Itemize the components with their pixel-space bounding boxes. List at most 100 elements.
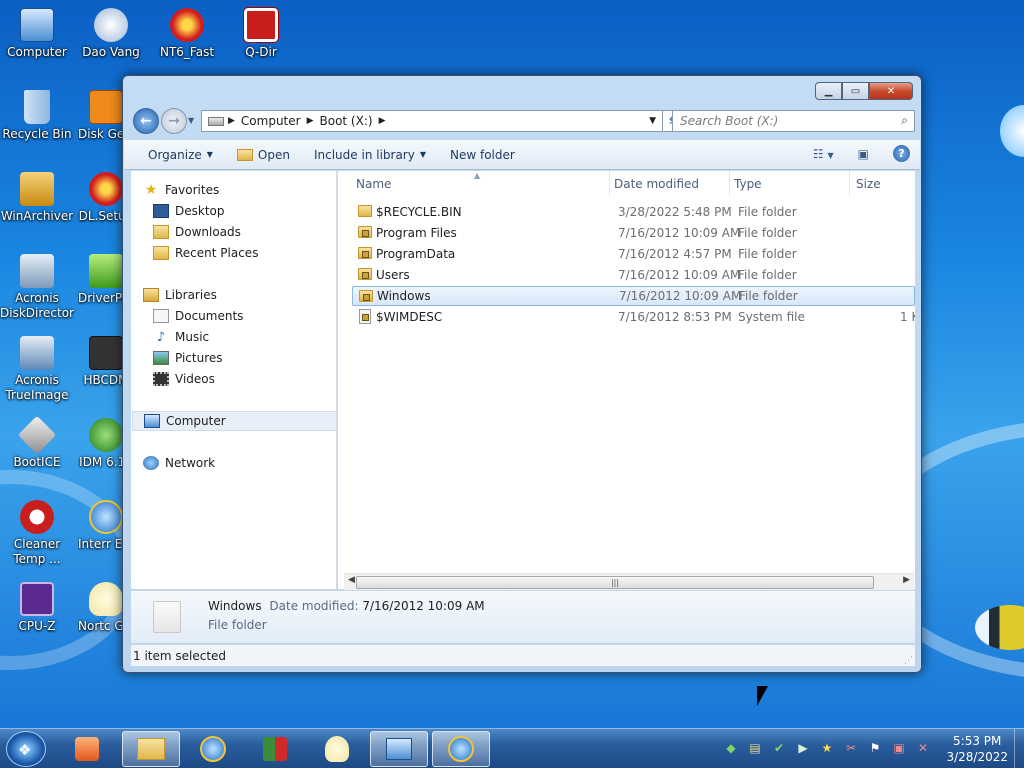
view-controls: ☷ ▼ ▣ ? <box>813 145 910 162</box>
desktop-icon-acronis-dd[interactable]: Acronis DiskDirector <box>0 254 74 321</box>
column-header-type[interactable]: Type <box>730 171 850 196</box>
breadcrumb-computer[interactable]: Computer <box>235 114 307 128</box>
desktop-icon-acronis-ti[interactable]: Acronis TrueImage <box>0 336 74 403</box>
close-button[interactable]: ✕ <box>869 82 913 100</box>
nav-videos[interactable]: Videos <box>153 369 358 389</box>
desktop-icon-ccleaner[interactable]: Cleaner Temp ... <box>0 500 74 567</box>
mouse-cursor <box>757 686 768 706</box>
file-name: Users <box>376 268 410 282</box>
taskbar-ie-window[interactable] <box>432 731 490 767</box>
scroll-left-icon[interactable]: ◀ <box>348 575 355 585</box>
tray-monitor-icon[interactable]: ▣ <box>891 740 907 756</box>
address-bar[interactable]: ▶ Computer ▶ Boot (X:) ▶ ▼ <box>201 110 663 132</box>
wallpaper-globe <box>1000 105 1024 157</box>
nav-network[interactable]: Network <box>143 453 348 473</box>
nav-recent-places[interactable]: Recent Places <box>153 243 358 263</box>
lock-icon <box>363 294 370 301</box>
file-row[interactable]: Program Files 7/16/2012 10:09 AM File fold… <box>352 223 915 243</box>
tray-play-icon[interactable]: ▶ <box>795 740 811 756</box>
nav-pictures[interactable]: Pictures <box>153 348 358 368</box>
tray-star-icon[interactable]: ★ <box>819 740 835 756</box>
desktop-icon-label: NT6_Fast <box>159 45 215 59</box>
bootice-icon <box>17 415 57 455</box>
libraries-icon <box>143 288 159 302</box>
acronis-dd-icon <box>20 254 54 288</box>
nav-music[interactable]: ♪ Music <box>153 327 358 347</box>
scrollbar-thumb[interactable]: ||| <box>356 576 874 589</box>
file-name: $RECYCLE.BIN <box>376 205 462 219</box>
column-header-name[interactable]: Name ▲ <box>352 171 610 196</box>
desktop-icon <box>153 204 169 218</box>
desktop-icon-winarchiver[interactable]: WinArchiver <box>0 172 74 224</box>
resize-grip-icon[interactable]: ⋰ <box>904 656 913 666</box>
recent-pages-dropdown[interactable]: ▼ <box>188 116 194 125</box>
preview-pane-button[interactable]: ▣ <box>858 147 869 161</box>
tray-network-icon[interactable]: ◆ <box>723 740 739 756</box>
file-name: Windows <box>377 289 431 303</box>
nav-documents[interactable]: Documents <box>153 306 358 326</box>
music-icon: ♪ <box>156 329 166 345</box>
desktop-icon-label: Acronis DiskDirector <box>0 291 74 320</box>
nav-favorites[interactable]: ★ Favorites <box>143 180 348 200</box>
details-type: File folder <box>208 618 267 632</box>
tray-drive-icon[interactable]: ▤ <box>747 740 763 756</box>
tray-volume-muted-icon[interactable]: ✕ <box>915 740 931 756</box>
idm-icon <box>89 418 123 452</box>
clock[interactable]: 5:53 PM 3/28/2022 <box>946 733 1008 765</box>
tray-security-icon[interactable]: ✔ <box>771 740 787 756</box>
open-button[interactable]: Open <box>225 148 302 162</box>
tray-flag-icon[interactable]: ⚑ <box>867 740 883 756</box>
tray-tool-icon[interactable]: ✂ <box>843 740 859 756</box>
search-icon[interactable]: ⌕ <box>901 113 908 128</box>
search-box[interactable]: Search Boot (X:) ⌕ <box>672 110 915 132</box>
start-button[interactable]: ❖ <box>6 731 46 767</box>
file-row[interactable]: ProgramData 7/16/2012 4:57 PM File folder <box>352 244 915 264</box>
view-options-button[interactable]: ☷ ▼ <box>813 147 834 161</box>
drive-icon <box>208 116 224 126</box>
desktop-icon-daovang[interactable]: Dao Vang <box>74 8 148 60</box>
taskbar-explorer[interactable] <box>122 731 180 767</box>
nav-libraries[interactable]: Libraries <box>143 285 348 305</box>
recent-places-icon <box>153 246 169 260</box>
open-label: Open <box>257 147 290 162</box>
computer-icon <box>144 414 160 428</box>
desktop-icon-computer[interactable]: Computer <box>0 8 74 60</box>
organize-button[interactable]: Organize ▼ <box>124 148 225 162</box>
column-header-size[interactable]: Size <box>850 171 915 196</box>
desktop-icon-bootice[interactable]: BootICE <box>0 415 74 470</box>
nav-desktop[interactable]: Desktop <box>153 201 358 221</box>
file-type: File folder <box>739 289 798 303</box>
taskbar-computer[interactable] <box>370 731 428 767</box>
new-folder-button[interactable]: New folder <box>438 148 527 162</box>
nav-downloads[interactable]: Downloads <box>153 222 358 242</box>
file-name: $WIMDESC <box>376 310 443 324</box>
file-row[interactable]: Users 7/16/2012 10:09 AM File folder <box>352 265 915 285</box>
file-row[interactable]: $RECYCLE.BIN 3/28/2022 5:48 PM File folder <box>352 202 915 222</box>
desktop-icon-qdir[interactable]: Q-Dir <box>224 7 298 60</box>
taskbar-unikey[interactable] <box>246 731 304 767</box>
desktop-icon-nt6fast[interactable]: NT6_Fast <box>150 8 224 60</box>
back-button[interactable]: ← <box>133 108 159 134</box>
nav-computer[interactable]: Computer <box>132 411 337 431</box>
taskbar-media-player[interactable] <box>58 731 116 767</box>
scroll-right-icon[interactable]: ▶ <box>903 575 910 585</box>
column-header-date[interactable]: Date modified <box>610 171 730 196</box>
details-pane: Windows Date modified: 7/16/2012 10:09 A… <box>131 590 915 643</box>
horizontal-scrollbar[interactable]: ◀ ||| ▶ <box>344 573 914 590</box>
file-row[interactable]: $WIMDESC 7/16/2012 8:53 PM System file 1 K <box>352 307 915 327</box>
help-button[interactable]: ? <box>893 145 910 162</box>
desktop-icon-recycle-bin[interactable]: Recycle Bin <box>0 90 74 142</box>
breadcrumb-boot-drive[interactable]: Boot (X:) <box>314 114 379 128</box>
file-row[interactable]: Windows 7/16/2012 10:09 AM File folder <box>352 286 915 306</box>
minimize-button[interactable]: ▁ <box>815 82 842 100</box>
taskbar-ghost[interactable] <box>308 731 366 767</box>
taskbar-ie[interactable] <box>184 731 242 767</box>
maximize-button[interactable]: ▭ <box>842 82 869 100</box>
include-in-library-button[interactable]: Include in library ▼ <box>302 148 438 162</box>
forward-button[interactable]: → <box>161 108 187 134</box>
nav-downloads-label: Downloads <box>175 225 241 239</box>
address-dropdown-icon[interactable]: ▼ <box>649 116 656 126</box>
desktop-icon-cpuz[interactable]: CPU-Z <box>0 582 74 634</box>
desktop-icon-label: Q-Dir <box>245 45 277 59</box>
show-desktop-button[interactable] <box>1014 729 1024 769</box>
